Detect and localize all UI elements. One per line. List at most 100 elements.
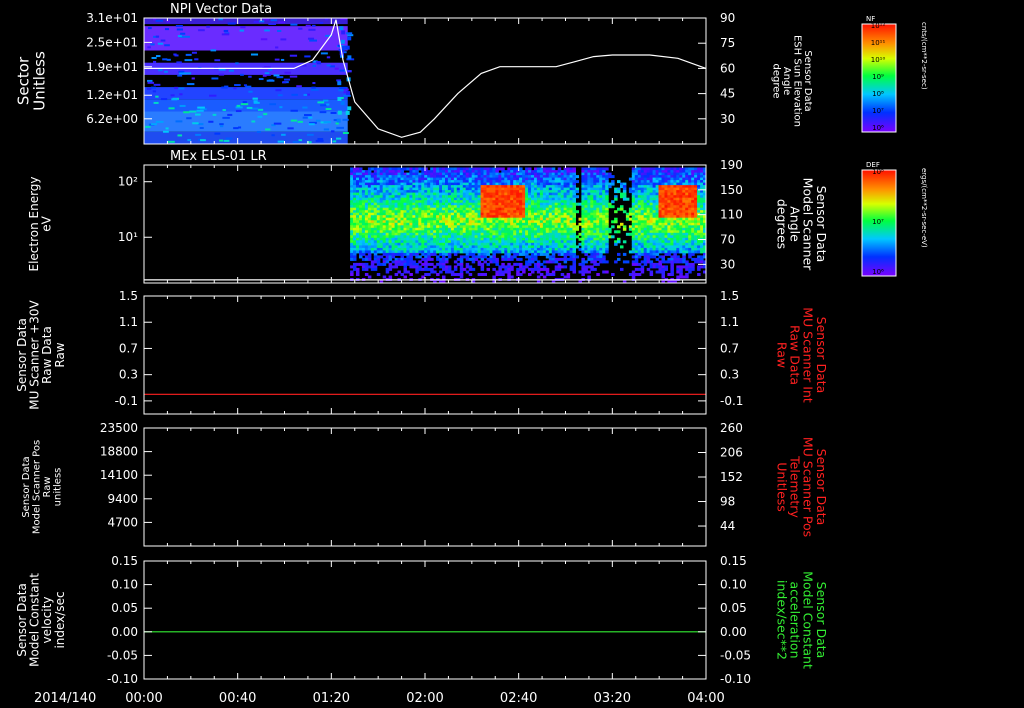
- spectrogram-cell: [670, 192, 674, 196]
- right-tick-label: 60: [720, 61, 735, 75]
- spectrogram-cell: [605, 242, 609, 246]
- spectrogram-cell: [427, 217, 431, 221]
- spectrogram-cell: [531, 260, 535, 264]
- spectrogram-cell: [468, 257, 473, 261]
- spectrogram-cell: [427, 242, 431, 246]
- spectrogram-cell: [593, 262, 597, 266]
- spectrogram-cell: [625, 197, 630, 201]
- spectrogram-cell: [640, 270, 645, 274]
- spectrogram-cell: [620, 245, 624, 249]
- sector-cell: [233, 87, 237, 90]
- sector-cell: [162, 58, 168, 61]
- sector-cell: [262, 74, 267, 77]
- right-tick-label: 45: [720, 87, 735, 101]
- spectrogram-cell: [640, 260, 645, 264]
- spectrogram-cell: [643, 262, 648, 266]
- spectrogram-cell: [433, 242, 437, 246]
- spectrogram-cell: [694, 167, 698, 171]
- spectrogram-cell: [504, 270, 508, 274]
- spectrogram-cell: [634, 192, 639, 196]
- spectrogram-cell: [477, 167, 482, 171]
- sector-cell: [186, 83, 195, 86]
- sector-cell: [263, 113, 268, 116]
- spectrogram-cell: [649, 217, 654, 221]
- spectrogram-cell: [356, 267, 360, 271]
- spectrogram-cell: [640, 217, 645, 221]
- sector-cell: [289, 75, 298, 78]
- spectrogram-cell: [436, 192, 440, 196]
- spectrogram-cell: [584, 192, 588, 196]
- sector-cell: [173, 53, 177, 56]
- spectrogram-cell: [373, 167, 378, 171]
- sector-cell: [147, 27, 152, 30]
- spectrogram-cell: [676, 270, 680, 274]
- spectrogram-cell: [442, 167, 446, 171]
- spectrogram-cell: [501, 257, 505, 261]
- spectrogram-cell: [370, 250, 375, 254]
- spectrogram-cell: [361, 252, 366, 256]
- spectrogram-cell: [519, 167, 523, 171]
- right-tick-label: 70: [720, 233, 735, 247]
- spectrogram-cell: [474, 192, 479, 196]
- spectrogram-cell: [513, 242, 517, 246]
- spectrogram-cell: [370, 167, 375, 171]
- right-tick-label: 75: [720, 36, 735, 50]
- sector-cell: [220, 125, 224, 128]
- sector-cell: [170, 94, 175, 97]
- spectrogram-cell: [501, 242, 505, 246]
- spectrogram-cell: [406, 192, 410, 196]
- spectrogram-cell: [557, 252, 562, 256]
- sector-cell: [257, 108, 264, 111]
- right-label-line: degrees: [774, 199, 789, 249]
- sector-cell: [335, 122, 339, 125]
- sector-cell: [186, 117, 192, 120]
- spectrogram-cell: [557, 217, 562, 221]
- spectrogram-cell: [679, 192, 683, 196]
- spectrogram-cell: [450, 167, 455, 171]
- sector-cell: [298, 27, 303, 30]
- spectrogram-cell: [649, 273, 654, 276]
- spectrogram-cell: [697, 167, 701, 171]
- spectrogram-cell: [379, 192, 384, 196]
- sector-cell: [191, 77, 195, 80]
- spectrogram-cell: [620, 267, 624, 271]
- spectrogram-cell: [608, 175, 612, 179]
- spectrogram-cell: [652, 192, 657, 196]
- spectrogram-cell: [409, 217, 413, 221]
- spectrogram-cell: [492, 267, 496, 271]
- right-tick-label: 0.7: [720, 341, 739, 355]
- right-tick-label: 150: [720, 183, 743, 197]
- spectrogram-cell: [397, 242, 401, 246]
- spectrogram-cell: [545, 273, 550, 276]
- sector-cell: [292, 140, 300, 143]
- spectrogram-cell: [617, 180, 621, 184]
- spectrogram-cell: [697, 192, 701, 196]
- sector-cell: [275, 46, 279, 49]
- spectrogram-cell: [676, 260, 680, 264]
- spectrogram-cell: [697, 250, 701, 254]
- sector-cell: [281, 133, 286, 136]
- spectrogram-cell: [539, 217, 544, 221]
- spectrogram-cell: [614, 217, 618, 221]
- spectrogram-cell: [575, 180, 579, 184]
- sector-cell: [290, 23, 298, 26]
- spectrogram-cell: [599, 167, 603, 171]
- spectrogram-cell: [504, 257, 508, 261]
- sector-cell: [269, 103, 277, 106]
- sector-cell: [222, 109, 226, 112]
- spectrogram-cell: [572, 267, 576, 271]
- spectrogram-cell: [468, 267, 473, 271]
- spectrogram-cell: [373, 260, 378, 264]
- sector-cell: [200, 139, 206, 142]
- ytick-label: 0.3: [119, 368, 138, 382]
- spectrogram-cell: [631, 217, 636, 221]
- spectrogram-cell: [563, 242, 568, 246]
- spectrogram-cell: [409, 167, 413, 171]
- panel-2: 10¹10²1901501107030Electron EnergyeV Sens…: [27, 158, 829, 284]
- spectrogram-cell: [679, 250, 683, 254]
- spectrogram-cell: [593, 192, 597, 196]
- spectrogram-cell: [676, 192, 680, 196]
- sector-cell: [212, 113, 217, 116]
- spectrogram-cell: [364, 192, 369, 196]
- spectrogram-cell: [361, 257, 366, 261]
